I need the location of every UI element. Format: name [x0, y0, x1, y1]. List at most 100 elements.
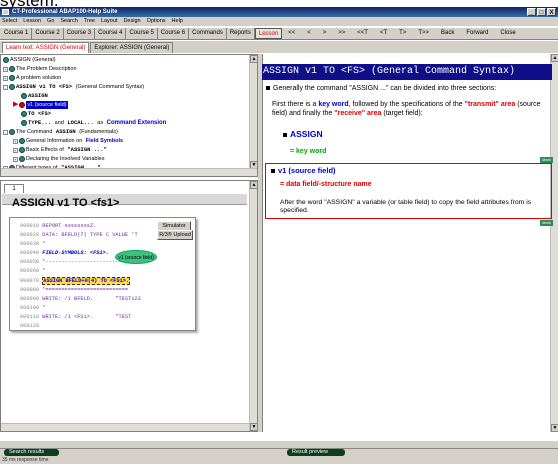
expand-icon[interactable]: + — [13, 147, 18, 153]
menu-design[interactable]: Design — [123, 17, 140, 26]
example-vertical-scrollbar[interactable]: ▲ ▼ — [249, 181, 258, 431]
tree-node-problem[interactable]: + The Problem Description — [3, 65, 77, 73]
source-field-callout: v1 (source field) — [115, 250, 157, 264]
tab-explorer[interactable]: Explorer: ASSIGN (General) — [90, 42, 174, 53]
example-tab[interactable]: 1 — [4, 184, 24, 193]
node-icon — [19, 147, 25, 153]
bullet-icon — [283, 132, 287, 137]
collapse-icon[interactable]: - — [3, 129, 8, 135]
tree-node-fundamentals[interactable]: - The Command ASSIGN (Fundamentals) — [3, 128, 118, 136]
collapse-icon[interactable]: - — [3, 84, 8, 90]
menu-tree[interactable]: Tree — [84, 17, 95, 26]
tree-node-assign[interactable]: ASSIGN — [21, 92, 48, 100]
result-preview-button[interactable]: Result preview — [287, 449, 345, 456]
expand-icon[interactable]: + — [3, 75, 8, 81]
code-line: 000100 * — [20, 305, 46, 311]
next-button[interactable]: > — [317, 28, 333, 39]
tree-vertical-scrollbar[interactable]: ▲ ▼ — [249, 55, 257, 169]
prev-topic-button[interactable]: <T — [374, 28, 393, 39]
forward-button[interactable]: Forward — [460, 28, 494, 39]
sections-paragraph: First there is a key word, followed by t… — [272, 101, 541, 117]
scroll-up-icon[interactable]: ▲ — [250, 181, 258, 189]
menu-help[interactable]: Help — [172, 17, 183, 26]
code-line: 000090 WRITE: /1 BFELD. "TEST123 — [20, 296, 141, 302]
tab-learn-text[interactable]: Learn text: ASSIGN (General) — [2, 42, 90, 53]
tree-node-declaring[interactable]: + Declaring the Involved Variables — [13, 155, 104, 163]
menu-lesson[interactable]: Lesson — [23, 17, 41, 26]
menu-options[interactable]: Options — [147, 17, 166, 26]
intro-text: Generally the command "ASSIGN ..." can b… — [266, 84, 551, 93]
tree-horizontal-scrollbar[interactable] — [1, 168, 257, 176]
course-5-button[interactable]: Course 5 — [126, 28, 158, 39]
code-line: 000070 ASSIGN BFELD+0(4) TO <FS1>. — [20, 277, 131, 285]
status-bar: 35 ms response time — [0, 457, 558, 464]
lesson-button[interactable]: Lesson — [254, 28, 283, 39]
tree-node-basic-effects[interactable]: + Basic Effects of "ASSIGN ..." — [13, 146, 107, 154]
minimize-button[interactable]: _ — [527, 8, 536, 16]
example-horizontal-scrollbar[interactable] — [1, 423, 249, 431]
course-2-button[interactable]: Course 2 — [32, 28, 64, 39]
v1-explanation: After the word "ASSIGN" a variable (or t… — [280, 199, 532, 214]
course-3-button[interactable]: Course 3 — [64, 28, 96, 39]
code-line: 000120 — [20, 323, 40, 329]
tree-node-extension[interactable]: TYPE... and LOCAL... as Command Extensio… — [21, 119, 166, 127]
tree-node-solution[interactable]: + A problem solution — [3, 74, 61, 82]
node-icon — [9, 129, 15, 135]
upload-button[interactable]: R/3® Upload — [157, 230, 193, 240]
course-1-button[interactable]: Course 1 — [1, 28, 33, 39]
tree-node-general-info[interactable]: + General Information on Field Symbols — [13, 137, 123, 145]
current-arrow-icon: ▶ — [13, 101, 19, 108]
expand-icon[interactable]: + — [13, 156, 18, 162]
close-nav-button[interactable]: Close — [494, 28, 521, 39]
scroll-up-icon[interactable]: ▲ — [551, 54, 558, 62]
menu-select[interactable]: Select — [2, 17, 17, 26]
search-results-button[interactable]: Search results — [4, 449, 59, 456]
menu-search[interactable]: Search — [60, 17, 77, 26]
first-topic-button[interactable]: <<T — [351, 28, 374, 39]
last-button[interactable]: >> — [332, 28, 351, 39]
scroll-up-icon[interactable]: ▲ — [250, 55, 257, 63]
reports-button[interactable]: Reports — [227, 28, 255, 39]
pane-splitter[interactable] — [0, 440, 558, 448]
node-icon — [21, 111, 27, 117]
node-icon — [21, 120, 27, 126]
node-icon — [3, 57, 9, 63]
code-simulator: Simulator R/3® Upload 000010 REPORT ssss… — [9, 217, 196, 331]
scroll-down-icon[interactable]: ▼ — [250, 423, 258, 431]
close-button[interactable]: X — [547, 8, 556, 16]
scroll-down-icon[interactable]: ▼ — [551, 424, 558, 432]
tree-node-to-fs[interactable]: TO <FS> — [21, 110, 51, 118]
window-titlebar: CT-Professional ABAP100-Help Suite _ □ X — [0, 7, 558, 17]
assign-term: ASSIGN — [283, 130, 323, 139]
expand-icon[interactable]: + — [3, 66, 8, 72]
tree-node-source-field[interactable]: ▶ v1 (source field) — [13, 101, 68, 109]
menu-bar: Select Lesson Go Search Tree Layout Desi… — [0, 17, 558, 26]
back-button[interactable]: Back — [435, 28, 460, 39]
app-icon — [2, 9, 9, 15]
result-bar — [0, 448, 558, 457]
bullet-icon — [266, 86, 270, 91]
last-topic-button[interactable]: T>> — [412, 28, 435, 39]
node-icon — [9, 66, 15, 72]
course-4-button[interactable]: Course 4 — [95, 28, 127, 39]
mark-badge[interactable]: Mark — [540, 220, 553, 226]
code-line: 000010 REPORT ssssssssZ. — [20, 223, 97, 229]
commands-button[interactable]: Commands — [189, 28, 227, 39]
next-topic-button[interactable]: T> — [393, 28, 412, 39]
code-line: 000110 WRITE: /1 <FS1>. "TEST — [20, 314, 132, 320]
maximize-button[interactable]: □ — [537, 8, 546, 16]
tree-node-syntax[interactable]: - ASSIGN v1 TO <FS> (General Command Synt… — [3, 83, 144, 91]
code-line: 000060 * — [20, 268, 46, 274]
menu-go[interactable]: Go — [47, 17, 54, 26]
course-6-button[interactable]: Course 6 — [158, 28, 190, 39]
node-icon — [9, 75, 15, 81]
menu-layout[interactable]: Layout — [101, 17, 118, 26]
tab-row: Learn text: ASSIGN (General) Explorer: A… — [0, 41, 558, 53]
tree-node-root[interactable]: ASSIGN (General) — [3, 56, 56, 64]
node-icon — [9, 84, 15, 90]
expand-icon[interactable]: + — [13, 138, 18, 144]
code-line: 000030 * — [20, 241, 46, 247]
first-button[interactable]: << — [282, 28, 301, 39]
prev-button[interactable]: < — [301, 28, 317, 39]
node-icon — [19, 102, 26, 108]
